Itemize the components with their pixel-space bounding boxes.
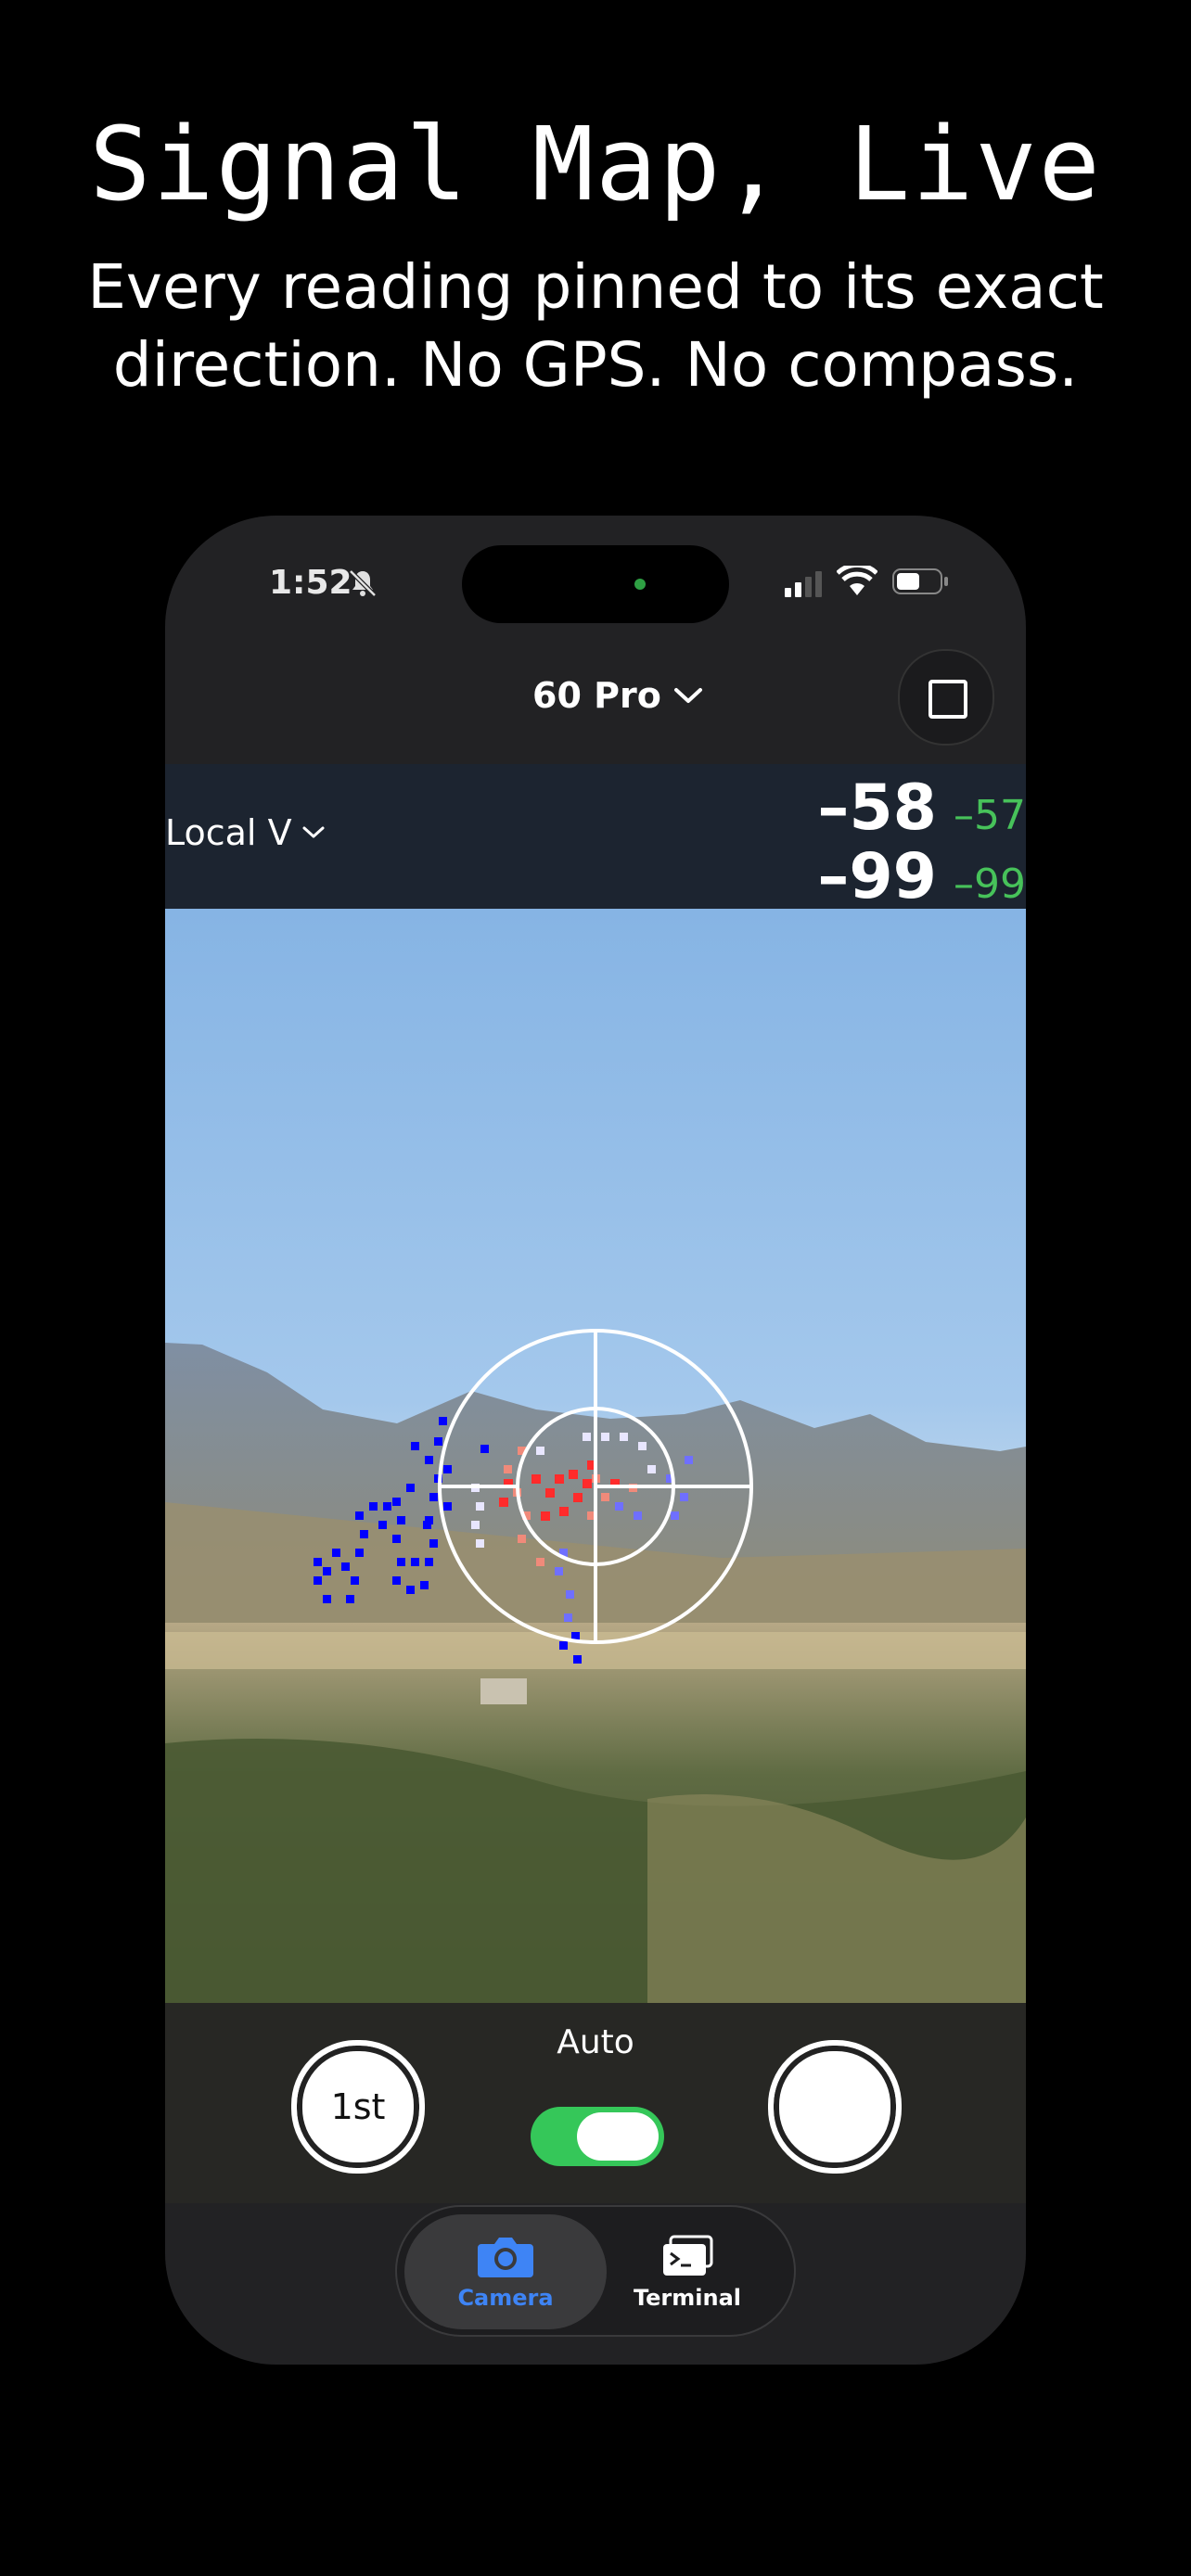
tab-terminal-label: Terminal — [633, 2285, 742, 2311]
stop-square-icon — [928, 680, 967, 719]
reading-row-2: –99 –99 — [817, 840, 1026, 913]
terminal-icon — [663, 2235, 713, 2276]
tab-bar: Camera Terminal — [395, 2205, 796, 2337]
status-time: 1:52 — [269, 564, 352, 602]
phone-frame: 1:52 60 Pro Local V –58 –57 –99 –99 1st … — [165, 516, 1026, 2365]
nav-bar: 60 Pro — [165, 625, 1026, 764]
headline-title: Signal Map, Live — [89, 105, 1102, 223]
mode-selector[interactable]: Local V — [165, 812, 326, 853]
cellular-signal-icon — [785, 571, 822, 597]
device-picker[interactable]: 60 Pro — [532, 670, 704, 721]
reading-row-1: –58 –57 — [817, 772, 1026, 845]
crosshair-reticle — [438, 1329, 753, 1644]
capture-controls: 1st Auto — [165, 2003, 1026, 2203]
tab-camera-label: Camera — [457, 2285, 554, 2311]
headline-subtitle: Every reading pinned to its exact direct… — [0, 249, 1191, 404]
building — [480, 1678, 527, 1704]
reading-2-value: –99 — [817, 840, 937, 913]
camera-indicator-dot — [634, 579, 646, 590]
chevron-down-icon — [302, 826, 325, 838]
reading-1-secondary: –57 — [954, 792, 1026, 839]
battery-icon — [892, 568, 948, 594]
tab-terminal[interactable]: Terminal — [586, 2214, 788, 2329]
reading-1-value: –58 — [817, 772, 937, 845]
mode-selector-label: Local V — [165, 812, 292, 853]
device-name: 60 Pro — [532, 675, 661, 716]
dynamic-island — [462, 545, 729, 623]
camera-icon — [478, 2238, 533, 2277]
camera-scene — [165, 909, 1026, 2003]
auto-label: Auto — [557, 2023, 634, 2061]
toggle-knob — [577, 2112, 659, 2161]
subtitle-line-1: Every reading pinned to its exact — [87, 251, 1104, 323]
camera-viewport[interactable] — [165, 909, 1026, 2003]
chevron-down-icon — [673, 688, 702, 703]
auto-toggle[interactable] — [531, 2107, 664, 2166]
bell-off-icon — [349, 569, 377, 597]
wifi-icon — [837, 566, 877, 595]
shutter-button[interactable] — [768, 2040, 902, 2174]
tab-camera[interactable]: Camera — [404, 2214, 607, 2329]
reading-2-secondary: –99 — [954, 861, 1026, 908]
readings-bar: Local V –58 –57 –99 –99 — [165, 764, 1026, 913]
subtitle-line-2: direction. No GPS. No compass. — [112, 329, 1079, 401]
stop-button[interactable] — [898, 649, 994, 746]
